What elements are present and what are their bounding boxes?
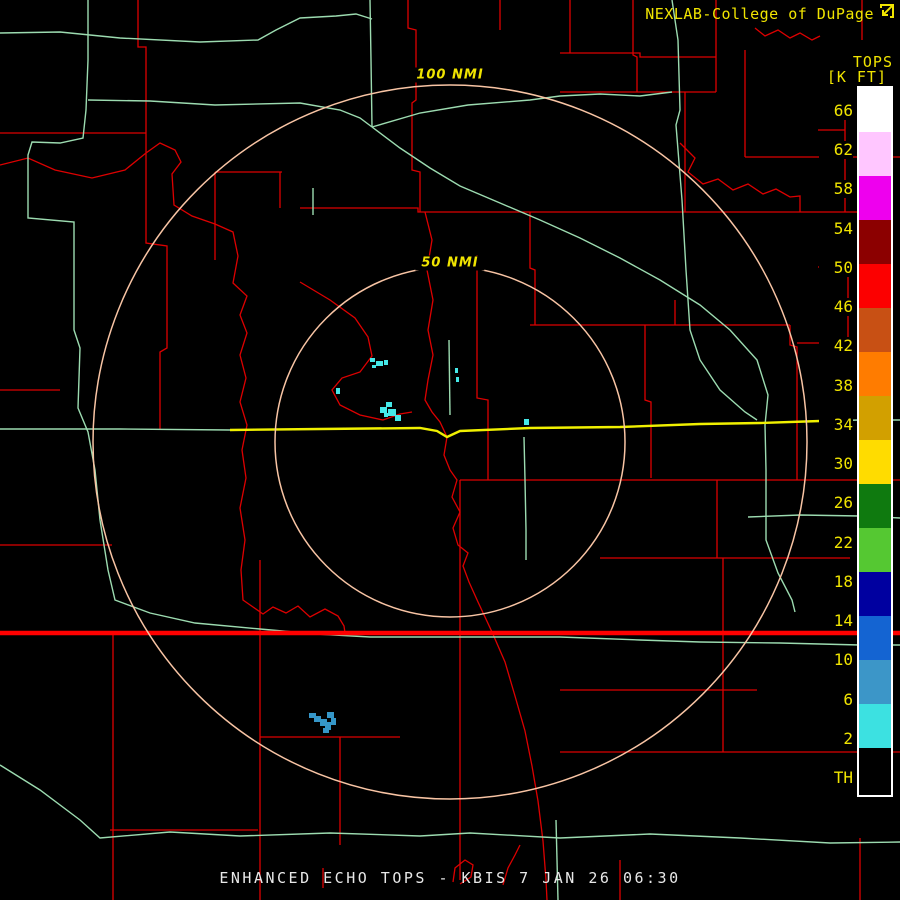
radar-echo (384, 413, 388, 417)
scale-label-6: 6 (819, 691, 853, 709)
scale-label-54: 54 (819, 220, 853, 238)
county-boundary-line (789, 325, 798, 480)
scale-label-22: 22 (819, 534, 853, 552)
scale-label-58: 58 (819, 180, 853, 198)
colorbar-band (859, 660, 891, 704)
scale-label-TH: TH (819, 769, 853, 787)
scale-label-2: 2 (819, 730, 853, 748)
road-line (315, 633, 900, 646)
colorbar-band (859, 352, 891, 396)
county-boundary-line (679, 142, 801, 212)
colorbar-band (859, 704, 891, 748)
road-line (0, 428, 231, 431)
radar-echo (376, 361, 383, 366)
scale-label-18: 18 (819, 573, 853, 591)
radar-echo (323, 728, 329, 733)
scale-label-66: 66 (819, 102, 853, 120)
colorbar-band (859, 484, 891, 528)
scale-label-46: 46 (819, 298, 853, 316)
colorbar-band (859, 220, 891, 264)
radar-echo (384, 360, 388, 365)
scale-label-42: 42 (819, 337, 853, 355)
scale-label-30: 30 (819, 455, 853, 473)
road-line (371, 91, 673, 128)
range-ring (92, 84, 808, 800)
road-line (87, 99, 373, 128)
range-ring-label-100nmi: 100 NMI (410, 67, 490, 83)
radar-map (0, 0, 900, 900)
colorbar-band (859, 88, 891, 132)
county-boundary-line (632, 0, 638, 92)
radar-echo (314, 716, 321, 722)
scale-label-10: 10 (819, 651, 853, 669)
colorbar-band (859, 572, 891, 616)
radar-echo (456, 377, 459, 382)
range-ring (274, 266, 626, 618)
colorbar-band (859, 616, 891, 660)
radar-echo (372, 365, 376, 368)
road-line (523, 436, 527, 560)
radar-echo (331, 718, 336, 725)
radar-app-screen: 100 NMI 50 NMI NEXLAB-College of DuPage … (0, 0, 900, 900)
radar-echo (455, 368, 458, 373)
colorbar-band (859, 308, 891, 352)
radar-echo (388, 409, 396, 416)
colorbar-band (859, 132, 891, 176)
radar-echo (386, 402, 392, 407)
colorbar-band (859, 440, 891, 484)
echo-tops-colorbar (857, 86, 893, 797)
colorbar-band (859, 396, 891, 440)
colorbar-band (859, 528, 891, 572)
colorbar-band (859, 264, 891, 308)
county-boundary-line (299, 281, 413, 421)
scale-label-62: 62 (819, 141, 853, 159)
colorbar-band (859, 748, 891, 795)
county-boundary-line (300, 207, 890, 213)
road-line (27, 0, 317, 635)
product-caption: ENHANCED ECHO TOPS - KBIS 7 JAN 26 06:30 (219, 869, 681, 887)
scale-label-50: 50 (819, 259, 853, 277)
road-line (0, 13, 373, 43)
scale-label-26: 26 (819, 494, 853, 512)
range-ring-label-50nmi: 50 NMI (415, 255, 485, 271)
radar-echo (327, 712, 334, 718)
branding-text: NEXLAB-College of DuPage (645, 5, 874, 23)
road-line (448, 339, 451, 416)
colorbar-band (859, 176, 891, 220)
road-line (0, 764, 900, 844)
county-boundary-line (754, 27, 821, 41)
legend-units: [K FT] (826, 68, 887, 86)
county-boundary-line (407, 0, 421, 212)
radar-echo (336, 388, 340, 394)
page-link-icon (880, 4, 894, 18)
road-line (371, 126, 796, 613)
road-line (555, 819, 559, 900)
radar-echo (395, 415, 401, 421)
county-boundary-line (137, 0, 147, 133)
county-boundary-line (529, 212, 536, 325)
radar-echo (380, 407, 387, 413)
county-boundary-line (560, 52, 716, 58)
radar-echo (370, 358, 375, 362)
county-boundary-line (644, 325, 652, 478)
scale-label-34: 34 (819, 416, 853, 434)
county-boundary-line (476, 255, 489, 480)
scale-label-14: 14 (819, 612, 853, 630)
county-boundary-line (145, 133, 168, 430)
radar-echo (524, 419, 529, 425)
scale-label-38: 38 (819, 377, 853, 395)
